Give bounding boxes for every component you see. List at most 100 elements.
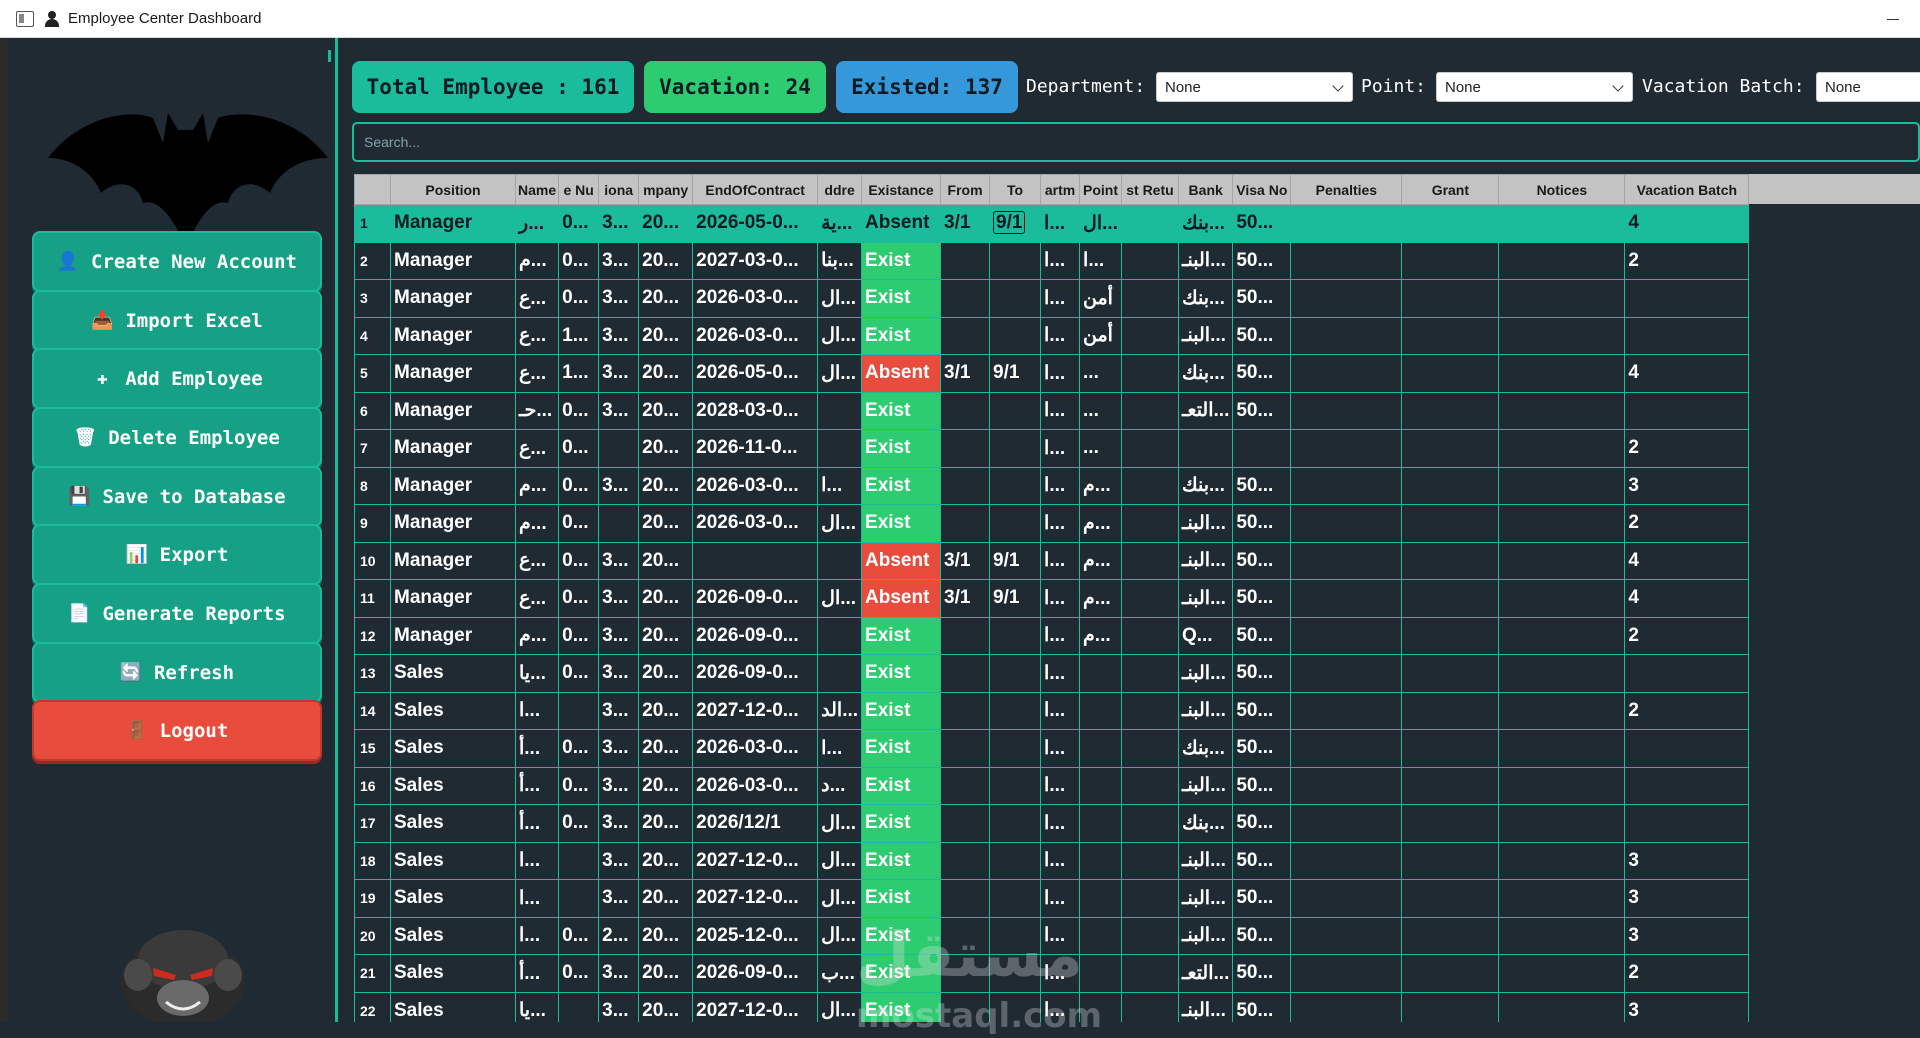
table-cell[interactable]	[940, 879, 991, 918]
table-row[interactable]: 3 Manager ع... 0... 3... 20... 2026-03-0... ال.…	[354, 279, 1750, 318]
row-number[interactable]: 21	[354, 954, 391, 993]
table-cell[interactable]: Exist	[861, 316, 942, 355]
table-cell[interactable]	[940, 729, 991, 768]
table-cell[interactable]	[1290, 841, 1403, 880]
table-cell[interactable]: البنـ...	[1177, 991, 1234, 1022]
table-cell[interactable]	[989, 391, 1042, 430]
table-cell[interactable]	[989, 429, 1042, 468]
table-cell[interactable]: ا...	[1040, 579, 1081, 618]
table-cell[interactable]: 50...	[1232, 354, 1292, 393]
table-row[interactable]: 8 Manager م... 0... 3... 20... 2026-03-0... ا..…	[354, 466, 1750, 505]
column-header[interactable]: To	[989, 174, 1042, 205]
table-cell[interactable]: 50...	[1232, 241, 1292, 280]
table-cell[interactable]: البنـ...	[1177, 241, 1234, 280]
table-cell[interactable]: 20...	[638, 204, 694, 243]
table-cell[interactable]	[940, 691, 991, 730]
table-cell[interactable]	[1498, 429, 1626, 468]
table-cell[interactable]: 20...	[638, 691, 694, 730]
table-cell[interactable]	[1120, 766, 1179, 805]
row-number[interactable]: 12	[354, 616, 391, 655]
vacation-batch-select[interactable]: None	[1816, 72, 1920, 102]
table-cell[interactable]	[817, 616, 863, 655]
row-number[interactable]: 6	[354, 391, 391, 430]
table-cell[interactable]	[1120, 841, 1179, 880]
table-cell[interactable]: التعـ...	[1177, 954, 1234, 993]
table-cell[interactable]	[1498, 466, 1626, 505]
table-cell[interactable]	[989, 654, 1042, 693]
table-cell[interactable]	[1290, 541, 1403, 580]
table-cell[interactable]: ا...	[1040, 504, 1081, 543]
table-cell[interactable]	[940, 391, 991, 430]
table-cell[interactable]	[1498, 691, 1626, 730]
table-cell[interactable]: 2026-09-0...	[692, 654, 819, 693]
table-cell[interactable]: Sales	[390, 729, 516, 768]
table-cell[interactable]: بنك...	[1177, 279, 1234, 318]
table-cell[interactable]	[1401, 804, 1500, 843]
table-cell[interactable]: ب...	[817, 954, 863, 993]
table-cell[interactable]: 4	[1624, 579, 1750, 618]
column-header[interactable]: Name	[514, 174, 560, 205]
table-cell[interactable]	[1290, 466, 1403, 505]
search-input[interactable]: Search...	[352, 122, 1920, 162]
table-cell[interactable]: 2	[1624, 241, 1750, 280]
table-cell[interactable]	[1079, 879, 1122, 918]
table-cell[interactable]: أ...	[514, 954, 560, 993]
table-cell[interactable]	[1401, 241, 1500, 280]
table-cell[interactable]: 2026-05-0...	[692, 354, 819, 393]
table-cell[interactable]	[940, 279, 991, 318]
logout-button[interactable]: 🚪 Logout	[32, 700, 322, 761]
table-row[interactable]: 5 Manager ع... 1... 3... 20... 2026-05-0... ال.…	[354, 354, 1750, 393]
table-cell[interactable]: بنك...	[1177, 204, 1234, 243]
table-cell[interactable]: 50...	[1232, 841, 1292, 880]
table-cell[interactable]: أمن	[1079, 316, 1122, 355]
table-cell[interactable]	[1498, 841, 1626, 880]
table-cell[interactable]: ا...	[514, 841, 560, 880]
row-number[interactable]: 1	[354, 204, 391, 243]
table-cell[interactable]	[1290, 579, 1403, 618]
table-cell[interactable]: ع...	[514, 354, 560, 393]
table-cell[interactable]	[1177, 429, 1234, 468]
table-cell[interactable]: 20...	[638, 991, 694, 1022]
row-number[interactable]: 8	[354, 466, 391, 505]
table-row[interactable]: 13 Sales يا... 0... 3... 20... 2026-09-0... Exi…	[354, 654, 1750, 693]
table-cell[interactable]	[1401, 766, 1500, 805]
table-cell[interactable]	[940, 466, 991, 505]
table-cell[interactable]	[1401, 429, 1500, 468]
table-row[interactable]: 14 Sales ا... 3... 20... 2027-12-0... الد... Ex…	[354, 691, 1750, 730]
column-header[interactable]: Position	[390, 174, 516, 205]
table-cell[interactable]: 0...	[558, 804, 600, 843]
table-cell[interactable]	[1290, 766, 1403, 805]
table-cell[interactable]: ا...	[1040, 429, 1081, 468]
table-cell[interactable]: ا...	[1040, 241, 1081, 280]
table-cell[interactable]	[1498, 991, 1626, 1022]
table-cell[interactable]: 0...	[558, 391, 600, 430]
column-header[interactable]: Notices	[1498, 174, 1626, 205]
table-cell[interactable]	[1232, 429, 1292, 468]
table-cell[interactable]: ع...	[514, 541, 560, 580]
table-cell[interactable]: 3...	[598, 354, 640, 393]
table-cell[interactable]	[940, 766, 991, 805]
table-cell[interactable]: 20...	[638, 766, 694, 805]
table-row[interactable]: 2 Manager م... 0... 3... 20... 2027-03-0... بنا…	[354, 241, 1750, 280]
table-cell[interactable]: 2	[1624, 954, 1750, 993]
table-cell[interactable]	[1624, 804, 1750, 843]
table-cell[interactable]: Manager	[390, 354, 516, 393]
table-cell[interactable]: 2027-12-0...	[692, 691, 819, 730]
table-cell[interactable]: Exist	[861, 466, 942, 505]
table-row[interactable]: 6 Manager حـ... 0... 3... 20... 2028-03-0... Ex…	[354, 391, 1750, 430]
table-cell[interactable]: 0...	[558, 429, 600, 468]
table-cell[interactable]	[989, 954, 1042, 993]
table-cell[interactable]: 2026-11-0...	[692, 429, 819, 468]
table-cell[interactable]: ا...	[1040, 654, 1081, 693]
table-cell[interactable]: 50...	[1232, 579, 1292, 618]
table-cell[interactable]: 20...	[638, 429, 694, 468]
table-cell[interactable]: 2	[1624, 616, 1750, 655]
minimize-button[interactable]	[1880, 8, 1906, 30]
table-cell[interactable]	[989, 241, 1042, 280]
table-cell[interactable]: 2026-09-0...	[692, 954, 819, 993]
table-cell[interactable]	[1624, 654, 1750, 693]
table-cell[interactable]: Sales	[390, 766, 516, 805]
table-cell[interactable]	[817, 541, 863, 580]
table-cell[interactable]: 3...	[598, 954, 640, 993]
table-cell[interactable]: 3	[1624, 916, 1750, 955]
